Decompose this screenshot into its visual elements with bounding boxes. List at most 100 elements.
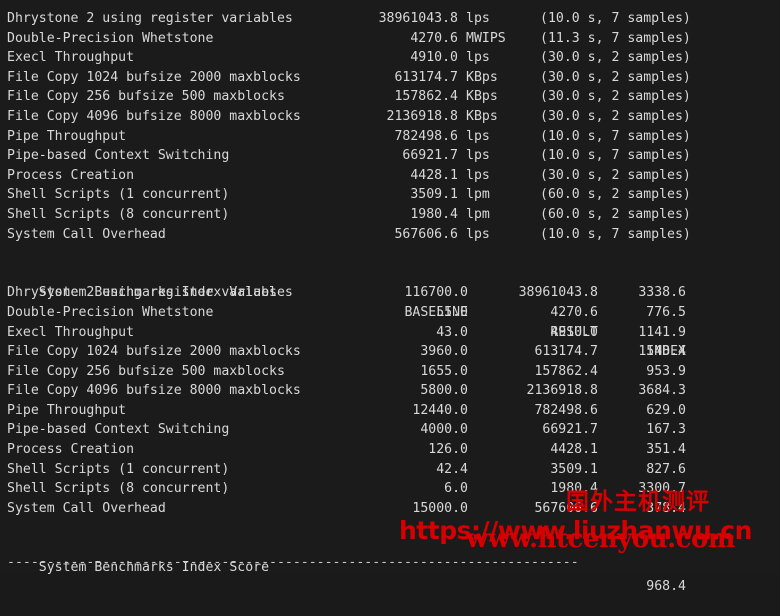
benchmark-result-row: System Call Overhead 567606.6 lps (10.0 s, …: [0, 225, 780, 245]
index-score-value: 968.4: [646, 579, 686, 595]
index-value-row: Process Creation 126.0 4428.1 351.4: [0, 440, 780, 460]
benchmark-value: 4910.0: [410, 50, 458, 66]
index-value-row: Execl Throughput 43.0 4910.0 1141.9: [0, 323, 780, 343]
index-index: 1548.4: [638, 344, 686, 360]
index-baseline: 42.4: [436, 461, 468, 477]
index-value-row: Shell Scripts (8 concurrent) 6.0 1980.4 330…: [0, 479, 780, 499]
benchmark-samples: (60.0 s, 2 samples): [540, 187, 691, 203]
index-values-section: Dhrystone 2 using register variables 1167…: [0, 283, 780, 518]
index-name: Execl Throughput: [7, 324, 135, 340]
benchmark-result-row: Process Creation 4428.1 lps (30.0 s, 2 samp…: [0, 166, 780, 186]
index-values-header-row: System Benchmarks Index Values BASELINE …: [0, 264, 780, 359]
benchmark-value: 38961043.8: [378, 11, 458, 26]
index-index: 3338.6: [638, 285, 686, 301]
index-name: Pipe-based Context Switching: [7, 422, 230, 438]
index-baseline: 6.0: [444, 481, 468, 497]
index-baseline: 126.0: [428, 442, 468, 458]
index-value-row: Pipe Throughput 12440.0 782498.6 629.0: [0, 401, 780, 421]
benchmark-value: 3509.1: [410, 187, 458, 203]
benchmark-samples: (30.0 s, 2 samples): [540, 50, 691, 66]
index-baseline: 3960.0: [420, 344, 468, 360]
index-index: 1141.9: [638, 324, 686, 340]
benchmark-result-row: File Copy 4096 bufsize 8000 maxblocks 213…: [0, 107, 780, 127]
index-value-row: Dhrystone 2 using register variables 1167…: [0, 283, 780, 303]
benchmark-result-row: Dhrystone 2 using register variables 3896…: [0, 9, 780, 29]
benchmark-unit: lps: [466, 11, 490, 26]
benchmark-unit: lps: [466, 167, 490, 183]
index-result: 1980.4: [550, 481, 598, 497]
index-name: Dhrystone 2 using register variables: [7, 285, 293, 301]
index-value-row: Pipe-based Context Switching 4000.0 66921.…: [0, 420, 780, 440]
benchmark-name: Pipe Throughput: [7, 128, 127, 144]
benchmark-samples: (11.3 s, 7 samples): [540, 30, 691, 46]
benchmark-name: Execl Throughput: [7, 50, 135, 66]
benchmark-unit: lpm: [466, 206, 490, 222]
index-result: 613174.7: [534, 344, 598, 360]
benchmark-results-section: Dhrystone 2 using register variables 3896…: [0, 9, 780, 244]
index-index: 629.0: [646, 402, 686, 418]
benchmark-value: 613174.7: [394, 69, 458, 85]
benchmark-unit: lps: [466, 226, 490, 242]
benchmark-samples: (60.0 s, 2 samples): [540, 206, 691, 222]
benchmark-name: Pipe-based Context Switching: [7, 148, 230, 164]
benchmark-samples: (10.0 s, 7 samples): [540, 148, 691, 164]
index-result: 4910.0: [550, 324, 598, 340]
index-baseline: 5800.0: [420, 383, 468, 399]
separator-line: ----------------------------------------…: [7, 555, 579, 570]
benchmark-value: 66921.7: [402, 148, 458, 164]
benchmark-value: 4270.6: [410, 30, 458, 46]
benchmark-name: System Call Overhead: [7, 226, 166, 242]
index-index: 167.3: [646, 422, 686, 438]
index-index: 776.5: [646, 304, 686, 320]
benchmark-name: Double-Precision Whetstone: [7, 30, 214, 46]
index-result: 567606.6: [534, 500, 598, 516]
terminal-window: Dhrystone 2 using register variables 3896…: [0, 0, 780, 594]
index-baseline: 12440.0: [412, 402, 468, 418]
index-name: Shell Scripts (8 concurrent): [7, 481, 230, 497]
index-value-row: File Copy 4096 bufsize 8000 maxblocks 580…: [0, 381, 780, 401]
index-value-row: System Call Overhead 15000.0 567606.6 378.4: [0, 499, 780, 519]
benchmark-samples: (10.0 s, 7 samples): [540, 128, 691, 144]
benchmark-value: 4428.1: [410, 167, 458, 183]
index-name: Shell Scripts (1 concurrent): [7, 461, 230, 477]
benchmark-unit: KBps: [466, 69, 498, 85]
benchmark-unit: MWIPS: [466, 30, 506, 46]
benchmark-name: File Copy 256 bufsize 500 maxblocks: [7, 89, 285, 105]
benchmark-value: 2136918.8: [386, 108, 458, 124]
benchmark-name: Dhrystone 2 using register variables: [7, 11, 293, 26]
benchmark-samples: (30.0 s, 2 samples): [540, 69, 691, 85]
index-index: 3684.3: [638, 383, 686, 399]
benchmark-result-row: Execl Throughput 4910.0 lps (30.0 s, 2 samp…: [0, 48, 780, 68]
benchmark-name: File Copy 1024 bufsize 2000 maxblocks: [7, 69, 301, 85]
index-index: 351.4: [646, 442, 686, 458]
benchmark-unit: lpm: [466, 187, 490, 203]
index-index: 953.9: [646, 363, 686, 379]
benchmark-unit: lps: [466, 128, 490, 144]
benchmark-samples: (10.0 s, 7 samples): [540, 11, 691, 26]
index-index: 827.6: [646, 461, 686, 477]
benchmark-unit: KBps: [466, 108, 498, 124]
index-value-row: File Copy 1024 bufsize 2000 maxblocks 396…: [0, 342, 780, 362]
benchmark-result-row: Shell Scripts (1 concurrent) 3509.1 lpm (60…: [0, 185, 780, 205]
benchmark-samples: (30.0 s, 2 samples): [540, 167, 691, 183]
index-result: 4428.1: [550, 442, 598, 458]
benchmark-value: 1980.4: [410, 206, 458, 222]
index-result: 3509.1: [550, 461, 598, 477]
index-index: 378.4: [646, 500, 686, 516]
index-baseline: 1655.0: [420, 363, 468, 379]
index-name: Process Creation: [7, 442, 135, 458]
benchmark-result-row: File Copy 256 bufsize 500 maxblocks 15786…: [0, 87, 780, 107]
index-baseline: 43.0: [436, 324, 468, 340]
benchmark-value: 157862.4: [394, 89, 458, 105]
index-result: 157862.4: [534, 363, 598, 379]
index-index: 3300.7: [638, 481, 686, 497]
benchmark-result-row: Pipe Throughput 782498.6 lps (10.0 s, 7 sam…: [0, 127, 780, 147]
benchmark-unit: KBps: [466, 89, 498, 105]
index-name: Pipe Throughput: [7, 402, 127, 418]
index-baseline: 116700.0: [404, 285, 468, 301]
index-value-row: Double-Precision Whetstone 55.0 4270.6 776.…: [0, 303, 780, 323]
benchmark-samples: (30.0 s, 2 samples): [540, 89, 691, 105]
index-result: 782498.6: [534, 402, 598, 418]
